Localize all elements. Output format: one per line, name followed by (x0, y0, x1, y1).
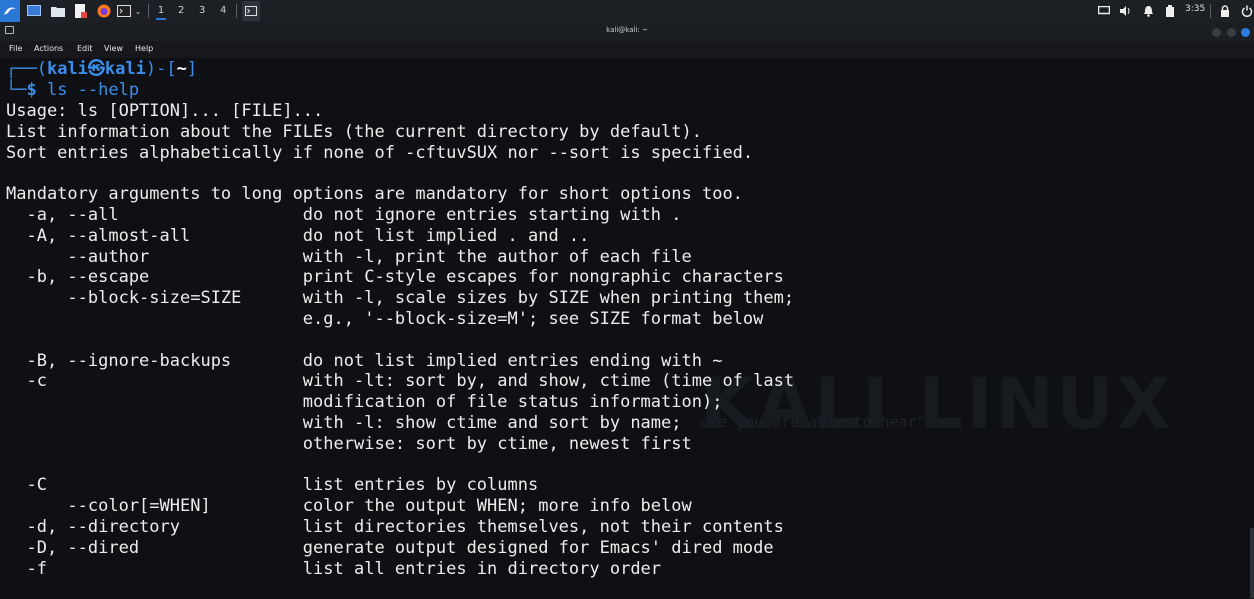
output-line: -b, --escape print C-style escapes for n… (6, 267, 784, 288)
power-icon[interactable] (1240, 2, 1254, 20)
workspace-3[interactable]: 3 (199, 3, 205, 19)
output-line: -C list entries by columns (6, 475, 539, 496)
show-desktop-icon[interactable] (26, 2, 42, 20)
minimize-button[interactable] (1212, 28, 1221, 37)
output-line: -D, --dired generate output designed for… (6, 537, 774, 558)
prompt-directory: ~ (176, 59, 187, 79)
terminal-menubar: File Actions Edit View Help (0, 41, 1254, 58)
output-line: -d, --directory list directories themsel… (6, 517, 784, 537)
output-line: --author with -l, print the author of ea… (6, 246, 692, 267)
workspace-2[interactable]: 2 (178, 3, 184, 19)
output-line: -c with -lt: sort by, and show, ctime (t… (6, 371, 795, 392)
scrollbar[interactable] (1250, 528, 1254, 598)
clock[interactable]: 3:35 (1185, 4, 1205, 14)
firefox-icon[interactable] (96, 2, 112, 20)
output-line: -a, --all do not ignore entries starting… (6, 205, 682, 225)
prompt-line-command: └─$ ls --help (6, 80, 139, 101)
output-line: with -l: show ctime and sort by name; (6, 413, 682, 433)
window-title: kali@kali: ~ (606, 26, 648, 34)
prompt-dollar: $ (26, 80, 37, 100)
prompt-frame: └─ (6, 80, 27, 100)
output-line: Usage: ls [OPTION]... [FILE]... (6, 101, 324, 121)
output-line: Mandatory arguments to long options are … (6, 184, 743, 205)
menu-view[interactable]: View (104, 44, 123, 53)
output-line: -f list all entries in directory order (6, 558, 662, 579)
top-panel: ⌄ 1 2 3 4 3:35 (0, 0, 1254, 22)
panel-separator (148, 4, 149, 18)
notifications-bell-icon[interactable] (1141, 2, 1155, 20)
text-editor-icon[interactable] (73, 2, 89, 20)
output-line: e.g., '--block-size=M'; see SIZE format … (6, 309, 764, 329)
command-text: ls --help (36, 80, 140, 100)
output-line: -A, --almost-all do not list implied . a… (6, 225, 590, 246)
output-line: -B, --ignore-backups do not list implied… (6, 350, 723, 371)
file-manager-icon[interactable] (50, 2, 66, 20)
launcher-dropdown-icon[interactable]: ⌄ (133, 2, 143, 20)
battery-icon[interactable] (1163, 2, 1177, 20)
menu-actions[interactable]: Actions (34, 44, 63, 53)
maximize-button[interactable] (1227, 28, 1236, 37)
panel-separator (236, 4, 237, 18)
terminal-launcher-icon[interactable] (116, 2, 132, 20)
prompt-user-host: kali㉿kali (46, 59, 146, 79)
output-line: --block-size=SIZE with -l, scale sizes b… (6, 288, 795, 309)
prompt-frame: ] (186, 59, 198, 79)
volume-icon[interactable] (1118, 2, 1132, 20)
output-line: otherwise: sort by ctime, newest first (6, 433, 692, 454)
menu-file[interactable]: File (9, 44, 22, 53)
output-line: List information about the FILEs (the cu… (6, 121, 702, 142)
workspace-1[interactable]: 1 (156, 3, 166, 20)
prompt-frame: ┌──( (6, 59, 47, 79)
terminal-output-area[interactable]: KALI LINUX ore you are able to hear" ┌──… (0, 58, 1254, 599)
close-button[interactable] (1241, 28, 1250, 37)
kali-watermark-quote: ore you are able to hear" (700, 413, 926, 431)
panel-separator (1210, 4, 1211, 18)
menu-help[interactable]: Help (135, 44, 153, 53)
output-line: --color[=WHEN] color the output WHEN; mo… (6, 496, 692, 517)
display-icon[interactable] (1097, 2, 1111, 20)
prompt-line-top: ┌──(kali㉿kali)-[~] (6, 59, 197, 80)
workspace-4[interactable]: 4 (220, 3, 226, 19)
menu-edit[interactable]: Edit (77, 44, 93, 53)
terminal-titlebar[interactable]: kali@kali: ~ (0, 22, 1254, 41)
output-line: Sort entries alphabetically if none of -… (6, 142, 754, 163)
lock-icon[interactable] (1218, 2, 1232, 20)
prompt-frame: )-[ (145, 59, 177, 79)
kali-menu-icon[interactable] (0, 0, 20, 22)
taskbar-terminal-window[interactable] (242, 1, 260, 21)
output-line: modification of file status information)… (6, 392, 723, 413)
